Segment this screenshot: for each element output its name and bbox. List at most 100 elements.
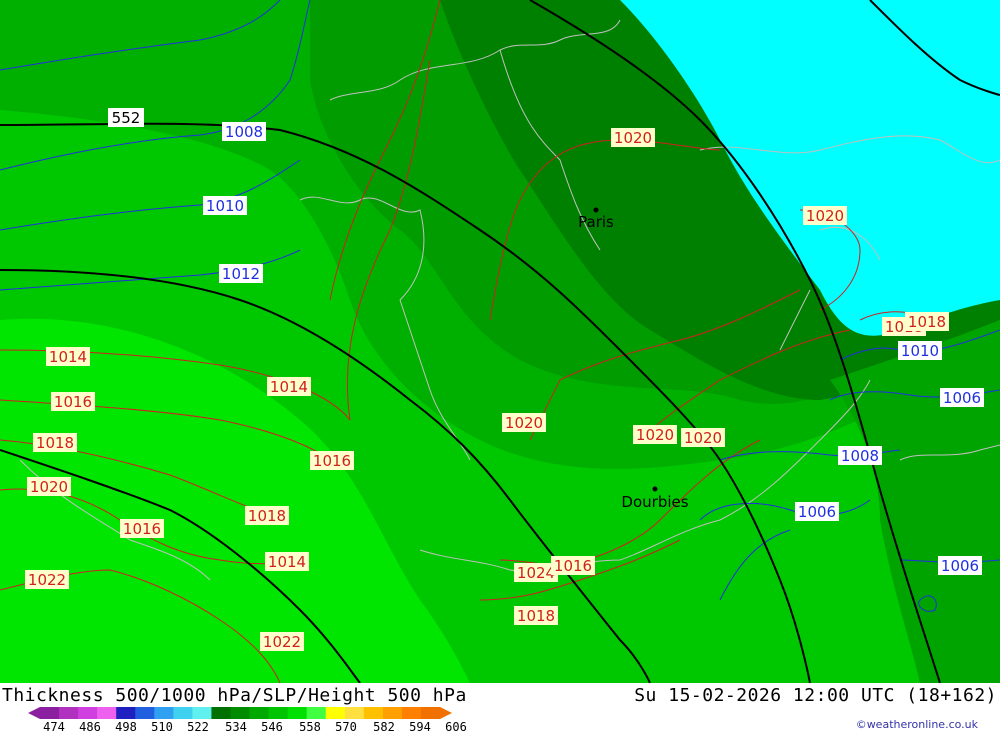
- pressure-label-1018: 1018: [245, 506, 289, 525]
- scale-segment: [363, 707, 384, 719]
- pressure-label-1006: 1006: [940, 388, 984, 407]
- svg-text:1006: 1006: [798, 503, 836, 521]
- scale-segment: [268, 707, 289, 719]
- pressure-label-1020: 1020: [681, 428, 725, 447]
- pressure-label-1012: 1012: [219, 264, 263, 283]
- pressure-label-1016: 1016: [551, 556, 595, 575]
- pressure-label-1006: 1006: [938, 556, 982, 575]
- scale-tick-label: 522: [187, 720, 209, 734]
- scale-segment: [420, 707, 441, 719]
- svg-text:1016: 1016: [123, 520, 161, 538]
- scale-right-arrow: [440, 707, 452, 719]
- scale-tick-label: 486: [79, 720, 101, 734]
- color-scale-bar: [28, 707, 452, 719]
- svg-text:Dourbies: Dourbies: [621, 493, 688, 511]
- scale-tick-label: 582: [373, 720, 395, 734]
- scale-tick-label: 510: [151, 720, 173, 734]
- svg-text:1018: 1018: [36, 434, 74, 452]
- pressure-label-1016: 1016: [120, 519, 164, 538]
- scale-segment: [382, 707, 403, 719]
- pressure-label-1010: 1010: [203, 196, 247, 215]
- pressure-label-1014: 1014: [46, 347, 90, 366]
- scale-segment: [40, 707, 60, 719]
- svg-text:1018: 1018: [248, 507, 286, 525]
- pressure-label-1014: 1014: [267, 377, 311, 396]
- scale-segment: [249, 707, 270, 719]
- weather-map[interactable]: 552 1008 1010 1012 1020 1020 1014 1014 1016 1016…: [0, 0, 1000, 683]
- scale-segment: [173, 707, 193, 719]
- scale-tick-label: 594: [409, 720, 431, 734]
- pressure-label-1006: 1006: [795, 502, 839, 521]
- svg-text:1022: 1022: [28, 571, 66, 589]
- svg-text:Paris: Paris: [578, 213, 614, 231]
- pressure-label-1022: 1022: [260, 632, 304, 651]
- scale-tick-label: 606: [445, 720, 467, 734]
- pressure-label-1008: 1008: [222, 122, 266, 141]
- svg-text:1006: 1006: [943, 389, 981, 407]
- svg-text:1020: 1020: [614, 129, 652, 147]
- svg-text:1014: 1014: [49, 348, 87, 366]
- scale-segment: [192, 707, 212, 719]
- svg-text:1010: 1010: [206, 197, 244, 215]
- map-footer: Thickness 500/1000 hPa/SLP/Height 500 hP…: [0, 683, 1000, 734]
- scale-segment: [78, 707, 98, 719]
- scale-tick-label: 498: [115, 720, 137, 734]
- svg-text:1020: 1020: [806, 207, 844, 225]
- scale-tick-label: 558: [299, 720, 321, 734]
- scale-tick-label: 570: [335, 720, 357, 734]
- scale-tick-label: 474: [43, 720, 65, 734]
- scale-segment: [344, 707, 365, 719]
- svg-text:1012: 1012: [222, 265, 260, 283]
- pressure-label-1018: 1018: [905, 312, 949, 331]
- svg-text:1018: 1018: [908, 313, 946, 331]
- svg-text:1014: 1014: [268, 553, 306, 571]
- svg-text:1014: 1014: [270, 378, 308, 396]
- scale-segment: [401, 707, 422, 719]
- pressure-label-1020: 1020: [803, 206, 847, 225]
- scale-tick-label: 546: [261, 720, 283, 734]
- color-scale-ticks: 474 486 498 510 522 534 546 558 570 582 594 606: [0, 720, 520, 734]
- pressure-label-1016: 1016: [310, 451, 354, 470]
- scale-segment: [135, 707, 155, 719]
- svg-text:1016: 1016: [54, 393, 92, 411]
- scale-segment: [154, 707, 174, 719]
- pressure-label-1020: 1020: [633, 425, 677, 444]
- svg-text:1024: 1024: [517, 564, 555, 582]
- pressure-label-1018: 1018: [33, 433, 77, 452]
- svg-text:1018: 1018: [517, 607, 555, 625]
- svg-text:1022: 1022: [263, 633, 301, 651]
- svg-text:1016: 1016: [554, 557, 592, 575]
- pressure-label-1010: 1010: [898, 341, 942, 360]
- height-label-552: 552: [108, 108, 144, 127]
- scale-segment: [116, 707, 136, 719]
- svg-text:1020: 1020: [505, 414, 543, 432]
- svg-text:1006: 1006: [941, 557, 979, 575]
- scale-segment: [287, 707, 308, 719]
- pressure-label-1008: 1008: [838, 446, 882, 465]
- svg-text:1020: 1020: [636, 426, 674, 444]
- pressure-label-1016: 1016: [51, 392, 95, 411]
- svg-text:1008: 1008: [225, 123, 263, 141]
- svg-text:1020: 1020: [30, 478, 68, 496]
- credit-link[interactable]: ©weatheronline.co.uk: [856, 718, 978, 731]
- scale-segment: [306, 707, 327, 719]
- pressure-label-1014: 1014: [265, 552, 309, 571]
- scale-segment: [211, 707, 231, 719]
- scale-segment: [325, 707, 346, 719]
- scale-segment: [230, 707, 251, 719]
- scale-segment: [97, 707, 117, 719]
- pressure-label-1018: 1018: [514, 606, 558, 625]
- pressure-label-1022: 1022: [25, 570, 69, 589]
- svg-text:1008: 1008: [841, 447, 879, 465]
- scale-left-arrow: [28, 707, 40, 719]
- map-datetime: Su 15-02-2026 12:00 UTC (18+162): [634, 685, 997, 706]
- pressure-label-1020: 1020: [27, 477, 71, 496]
- map-title: Thickness 500/1000 hPa/SLP/Height 500 hP…: [2, 685, 467, 706]
- svg-text:552: 552: [112, 109, 141, 127]
- svg-text:1010: 1010: [901, 342, 939, 360]
- svg-text:1016: 1016: [313, 452, 351, 470]
- scale-tick-label: 534: [225, 720, 247, 734]
- scale-segment: [59, 707, 79, 719]
- pressure-label-1020: 1020: [502, 413, 546, 432]
- svg-text:1020: 1020: [684, 429, 722, 447]
